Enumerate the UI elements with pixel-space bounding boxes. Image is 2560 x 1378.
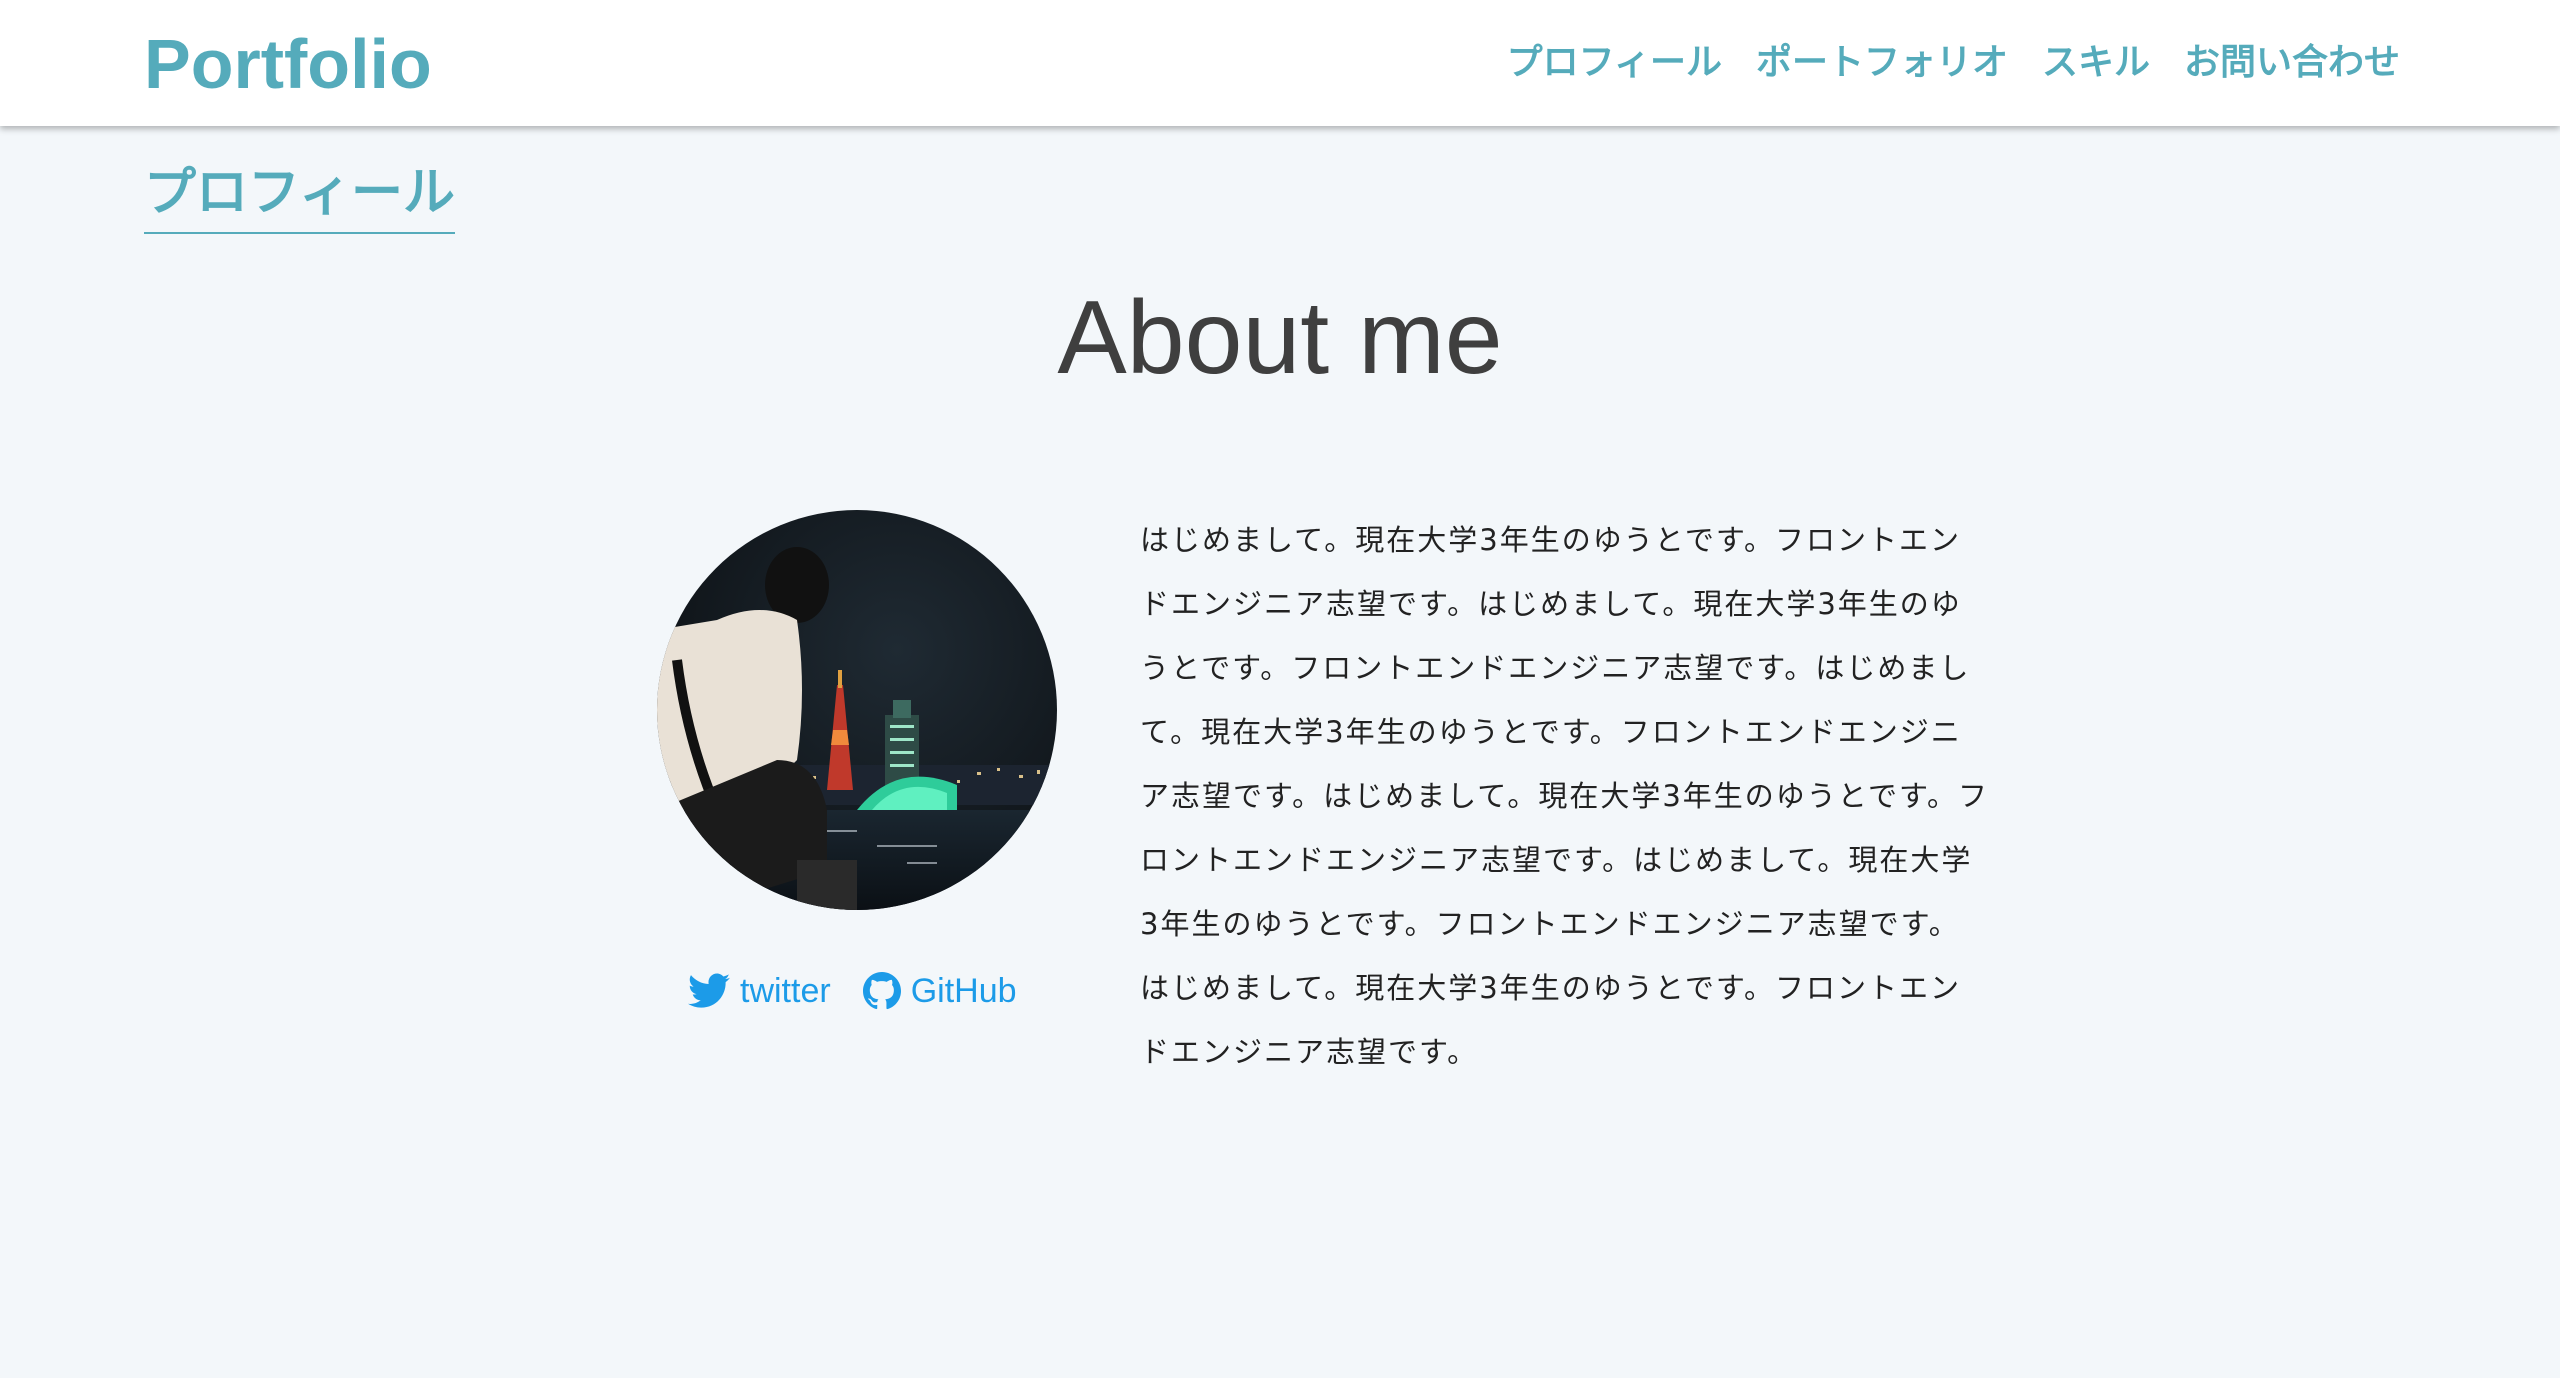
nav-item-contact[interactable]: お問い合わせ	[2184, 38, 2400, 88]
main-nav: プロフィール ポートフォリオ スキル お問い合わせ	[1507, 38, 2400, 88]
github-icon	[862, 972, 901, 1010]
nav-item-portfolio[interactable]: ポートフォリオ	[1756, 38, 2008, 88]
section-label: プロフィール	[144, 160, 455, 234]
twitter-link[interactable]: twitter	[688, 968, 831, 1014]
page-title: About me	[1057, 280, 1503, 396]
twitter-link-label: twitter	[740, 972, 831, 1010]
profile-bio: はじめまして。現在大学3年生のゆうとです。フロントエンドエンジニア志望です。はじ…	[1140, 523, 1990, 1069]
github-link-label: GitHub	[910, 972, 1017, 1010]
avatar-photo	[657, 510, 1057, 910]
nav-item-profile[interactable]: プロフィール	[1507, 38, 1722, 88]
github-link[interactable]: GitHub	[862, 968, 1017, 1014]
brand-logo[interactable]: Portfolio	[144, 24, 432, 104]
social-links: twitter GitHub	[688, 968, 1017, 1014]
nav-item-skills[interactable]: スキル	[2042, 38, 2150, 88]
profile-avatar	[657, 510, 1057, 910]
site-header: Portfolio プロフィール ポートフォリオ スキル お問い合わせ	[0, 0, 2560, 126]
twitter-icon	[688, 973, 730, 1008]
